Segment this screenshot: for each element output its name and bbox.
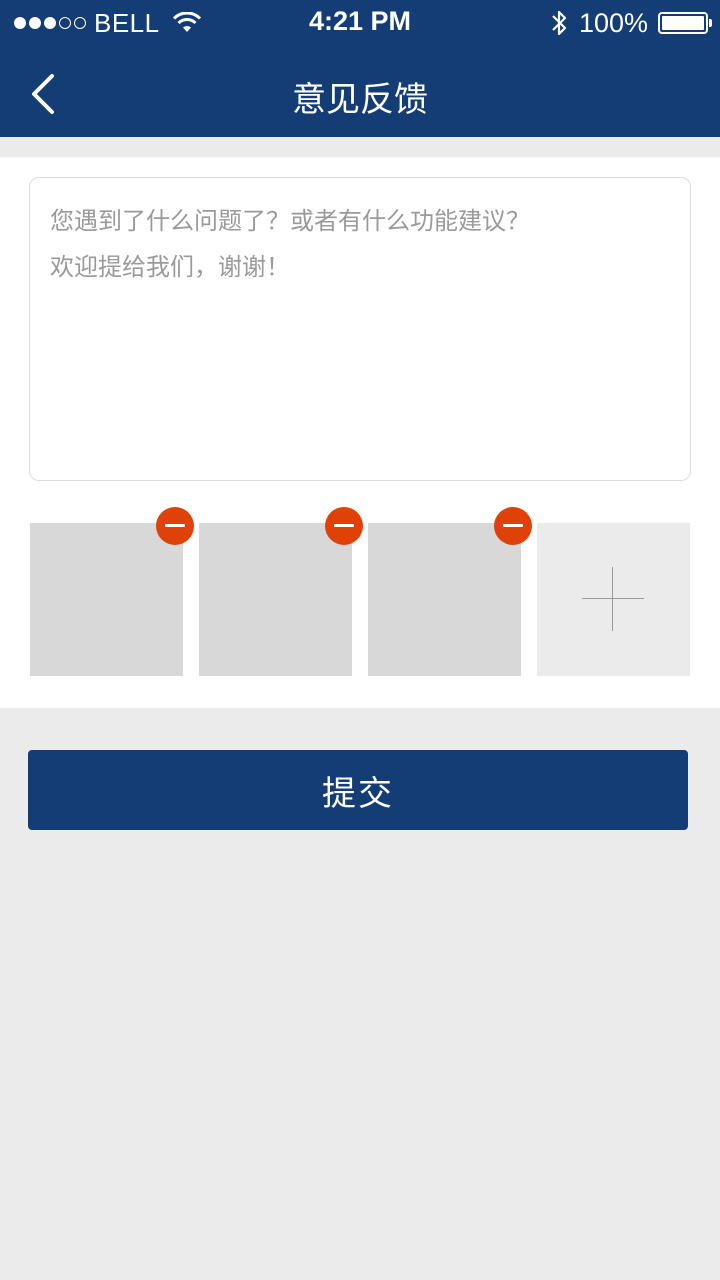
photo-attachments (30, 507, 690, 676)
remove-photo-button[interactable] (494, 507, 532, 545)
photo-thumbnail[interactable] (199, 507, 363, 676)
submit-button[interactable]: 提交 (28, 750, 688, 830)
nav-bar: 意见反馈 (0, 46, 720, 137)
remove-photo-button[interactable] (325, 507, 363, 545)
status-bar-right: 100% (549, 7, 712, 38)
plus-icon (582, 598, 644, 599)
feedback-input-box (29, 177, 691, 481)
status-bar: BELL 4:21 PM 100% (0, 0, 720, 46)
page-title: 意见反馈 (292, 80, 428, 120)
feedback-panel (0, 157, 720, 708)
photo-thumbnail[interactable] (30, 507, 194, 676)
battery-level (662, 16, 704, 30)
feedback-textarea[interactable] (30, 178, 690, 480)
battery-icon (658, 12, 712, 34)
plus-icon (612, 567, 613, 631)
photo-thumbnail[interactable] (368, 507, 532, 676)
add-photo-button[interactable] (537, 523, 690, 676)
remove-photo-button[interactable] (156, 507, 194, 545)
top-bar: BELL 4:21 PM 100% 意见反馈 (0, 0, 720, 137)
bluetooth-icon (552, 10, 567, 36)
battery-percent: 100% (578, 7, 648, 38)
